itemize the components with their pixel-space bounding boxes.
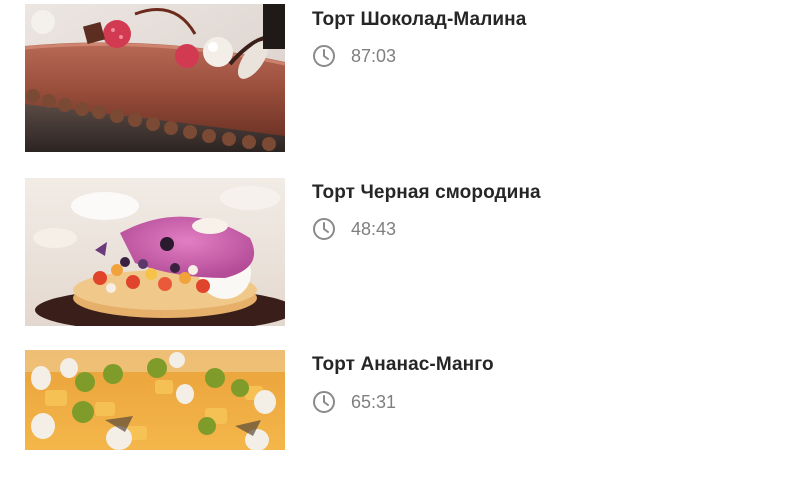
video-duration: 65:31 bbox=[351, 391, 397, 412]
video-list: Торт Шоколад-Малина 87:03 Торт Черная см… bbox=[0, 0, 800, 450]
video-thumbnail[interactable] bbox=[25, 178, 285, 326]
video-thumbnail[interactable] bbox=[25, 350, 285, 450]
video-duration: 48:43 bbox=[351, 218, 397, 239]
clock-icon bbox=[313, 45, 335, 67]
video-item-chocolate-raspberry[interactable]: Торт Шоколад-Малина 87:03 bbox=[0, 4, 800, 154]
clock-icon bbox=[313, 391, 335, 413]
video-title[interactable]: Торт Шоколад-Малина bbox=[312, 9, 526, 31]
video-duration: 87:03 bbox=[351, 45, 397, 66]
chocolate-raspberry-cake-image bbox=[25, 4, 285, 152]
video-duration-row: 65:31 bbox=[312, 390, 396, 414]
video-item-pineapple-mango[interactable]: Торт Ананас-Манго 65:31 bbox=[0, 350, 800, 500]
clock-icon bbox=[313, 218, 335, 240]
video-duration-row: 48:43 bbox=[312, 217, 396, 241]
video-title[interactable]: Торт Черная смородина bbox=[312, 182, 541, 204]
video-title[interactable]: Торт Ананас-Манго bbox=[312, 354, 494, 376]
video-item-blackcurrant[interactable]: Торт Черная смородина 48:43 bbox=[0, 178, 800, 328]
video-thumbnail[interactable] bbox=[25, 4, 285, 152]
blackcurrant-fruit-tart-image bbox=[25, 178, 285, 326]
pineapple-mango-cake-image bbox=[25, 350, 285, 450]
video-duration-row: 87:03 bbox=[312, 44, 396, 68]
